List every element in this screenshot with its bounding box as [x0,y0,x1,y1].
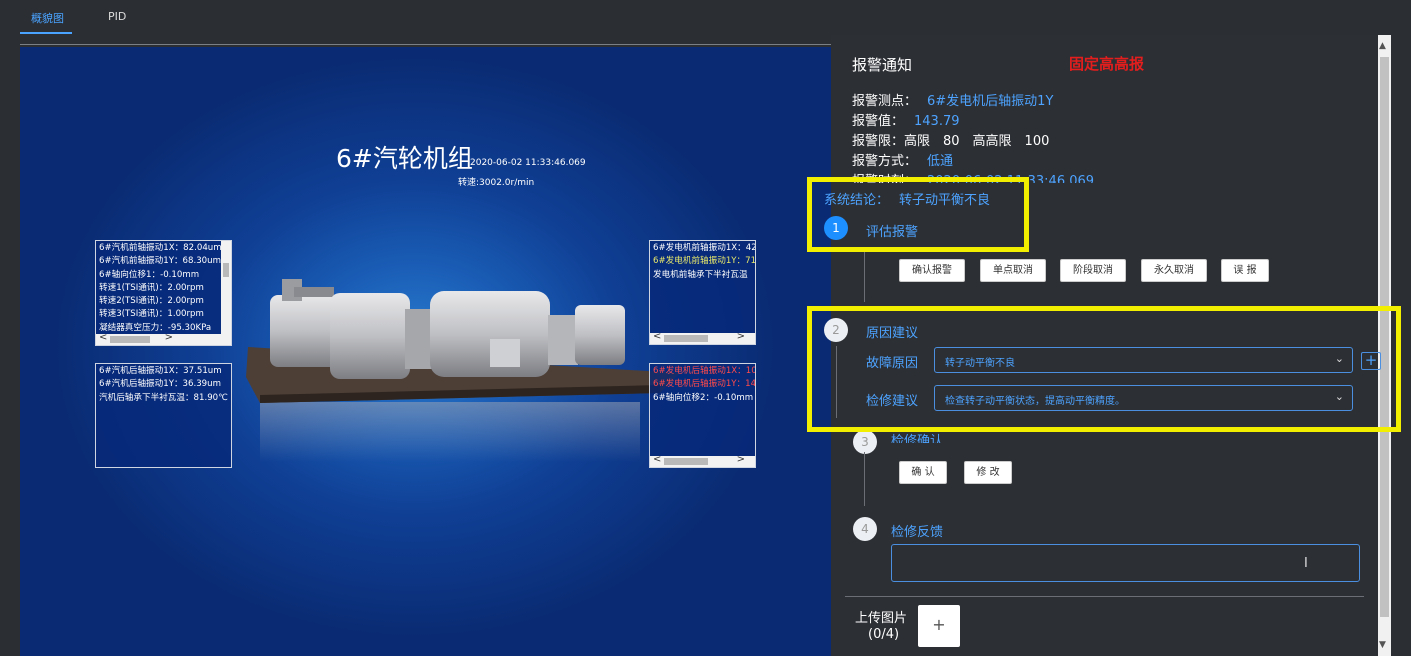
scroll-left-icon[interactable]: < [653,454,661,465]
alarm-method-label: 报警方式： [852,154,918,169]
scroll-right-icon[interactable]: > [737,454,745,465]
confirm-alarm-button[interactable]: 确认报警 [899,259,965,282]
data-line: 汽机后轴承下半衬瓦温：81.90℃ [99,392,228,403]
data-line: 6#轴向位移1：-0.10mm [99,269,200,280]
alarm-type: 固定高高报 [1069,55,1145,73]
alarm-value-label: 报警值： [852,114,905,129]
step-3-indicator: 3 [853,430,877,454]
step-4-indicator: 4 [853,517,877,541]
data-box-turbine-front: 6#汽机前轴振动1X：82.04um 6#汽机前轴振动1Y：68.30um 6#… [95,240,232,346]
scroll-right-icon[interactable]: > [737,331,745,342]
single-cancel-button[interactable]: 单点取消 [980,259,1046,282]
highlight-box-conclusion [807,177,1029,252]
alarm-limit-row: 报警限：高限 80 高高限 100 [852,134,1050,149]
step-connector [864,452,865,506]
false-alarm-button[interactable]: 误 报 [1221,259,1269,282]
permanent-cancel-button[interactable]: 永久取消 [1141,259,1207,282]
modify-button[interactable]: 修 改 [964,461,1012,484]
scroll-left-icon[interactable]: < [653,331,661,342]
alarm-value: 143.79 [914,114,960,129]
alarm-title: 报警通知 [852,56,913,74]
alarm-point-label: 报警测点： [852,94,918,109]
horizontal-scrollbar[interactable]: < > [650,331,755,344]
stage-cancel-button[interactable]: 阶段取消 [1060,259,1126,282]
alarm-value-row: 报警值： 143.79 [852,110,960,129]
scroll-down-icon[interactable]: ▼ [1379,640,1386,650]
data-box-generator-front: 6#发电机前轴振动1X：42 6#发电机前轴振动1Y：71 发电机前轴承下半衬瓦… [649,240,756,345]
vertical-scrollbar[interactable] [221,241,231,334]
data-line: 转速1(TSI通讯)：2.00rpm [99,282,204,293]
data-line: 6#轴向位移2：-0.10mm [653,392,754,403]
upload-image-button[interactable]: + [918,605,960,647]
horizontal-scrollbar[interactable]: < > [650,454,755,467]
data-line: 发电机前轴承下半衬瓦温 [653,269,748,280]
text-cursor-icon: I [1304,556,1308,571]
tab-bar: 概貌图 PID [20,0,832,36]
data-line: 6#汽机前轴振动1Y：68.30um [99,256,221,267]
scroll-left-icon[interactable]: < [99,332,107,343]
highlight-box-cause [807,306,1401,432]
tab-overview[interactable]: 概貌图 [31,10,64,26]
tab-pid[interactable]: PID [108,10,126,23]
data-line: 6#汽机后轴振动1Y：36.39um [99,379,221,390]
data-line: 转速2(TSI通讯)：2.00rpm [99,296,204,307]
upload-label: 上传图片 [855,611,908,626]
horizontal-scrollbar[interactable]: < > [96,332,231,345]
data-line-alarm: 6#发电机后轴振动1X：10 [653,366,756,376]
data-line: 6#汽机前轴振动1X：82.04um [99,243,222,253]
scroll-up-icon[interactable]: ▲ [1379,41,1386,51]
step-4-label: 检修反馈 [891,525,944,540]
upload-count: (0/4) [868,627,900,642]
divider [845,596,1364,597]
alarm-point-row: 报警测点： 6#发电机后轴振动1Y [852,90,1053,109]
data-line: 6#发电机前轴振动1X：42 [653,243,756,253]
step-connector [864,248,865,302]
tab-divider [20,44,832,45]
active-tab-indicator [20,32,72,34]
data-box-turbine-rear: 6#汽机后轴振动1X：37.51um 6#汽机后轴振动1Y：36.39um 汽机… [95,363,232,468]
confirm-button[interactable]: 确 认 [899,461,947,484]
data-line-warning: 6#发电机前轴振动1Y：71 [653,256,756,267]
alarm-point-value: 6#发电机后轴振动1Y [927,94,1054,109]
data-line: 6#汽机后轴振动1X：37.51um [99,366,222,376]
data-line: 转速3(TSI通讯)：1.00rpm [99,309,204,320]
data-box-generator-rear: 6#发电机后轴振动1X：10 6#发电机后轴振动1Y：14 6#轴向位移2：-0… [649,363,756,468]
overview-panel: 6#汽轮机组 2020-06-02 11:33:46.069 转速:3002.0… [20,47,831,656]
alarm-method-value: 低通 [927,154,954,169]
scroll-right-icon[interactable]: > [165,332,173,343]
alarm-method-row: 报警方式： 低通 [852,150,953,169]
data-line-alarm: 6#发电机后轴振动1Y：14 [653,379,756,390]
turbine-illustration [246,279,680,462]
repair-feedback-input[interactable] [891,544,1360,582]
